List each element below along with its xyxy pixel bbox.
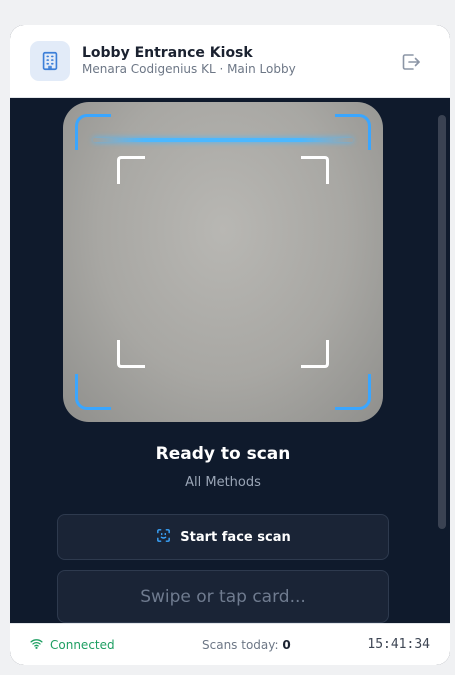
face-guide-bottom-right: [301, 340, 329, 368]
face-guide-top-left: [117, 156, 145, 184]
face-scan-icon: [155, 527, 172, 548]
scan-line: [93, 138, 353, 142]
connection-status: Connected: [30, 638, 115, 652]
card-input[interactable]: [57, 570, 389, 623]
status-bar: Connected Scans today: 0 15:41:34: [10, 623, 450, 665]
scan-status: Ready to scan: [155, 444, 291, 464]
wifi-icon: [30, 638, 43, 652]
kiosk-header: Lobby Entrance Kiosk Menara Codigenius K…: [10, 25, 450, 98]
face-guide-bottom-left: [117, 340, 145, 368]
kiosk-title: Lobby Entrance Kiosk: [82, 45, 253, 61]
scrollbar[interactable]: [438, 115, 446, 529]
building-icon: [30, 41, 70, 81]
logout-icon[interactable]: [399, 50, 423, 74]
kiosk-content: Ready to scan All Methods Start face sca…: [10, 99, 450, 623]
clock: 15:41:34: [367, 637, 430, 652]
start-face-scan-button[interactable]: Start face scan: [57, 514, 389, 560]
scans-today-label: Scans today:: [202, 638, 279, 652]
kiosk-location: Menara Codigenius KL · Main Lobby: [82, 62, 296, 76]
scans-today-count: 0: [282, 638, 291, 652]
scans-today: Scans today: 0: [202, 638, 291, 652]
start-face-scan-label: Start face scan: [180, 529, 291, 545]
scan-method: All Methods: [185, 475, 261, 490]
face-guide-top-right: [301, 156, 329, 184]
frame-corner-bottom-left: [75, 374, 111, 410]
frame-corner-top-right: [335, 114, 371, 150]
camera-viewfinder: [63, 102, 383, 422]
frame-corner-bottom-right: [335, 374, 371, 410]
kiosk-window: Lobby Entrance Kiosk Menara Codigenius K…: [10, 25, 450, 665]
frame-corner-top-left: [75, 114, 111, 150]
connection-label: Connected: [50, 638, 115, 652]
